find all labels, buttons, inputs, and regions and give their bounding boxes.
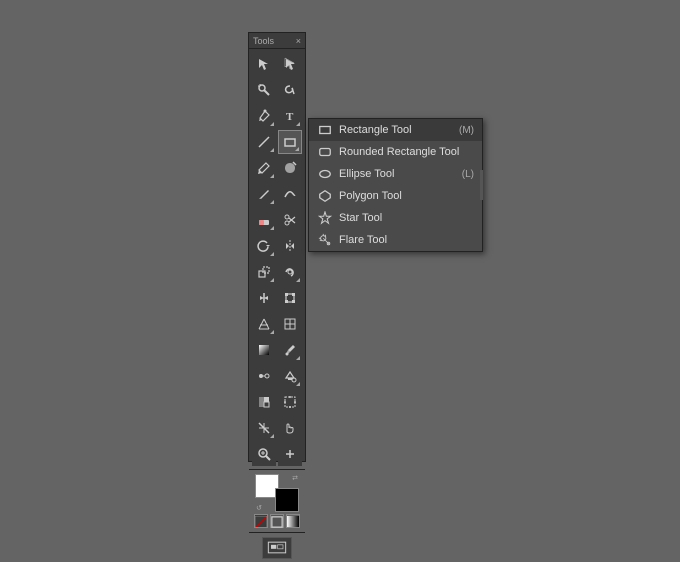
swap-colors-icon[interactable]: ⇄ xyxy=(291,474,299,482)
free-transform-tool[interactable] xyxy=(278,286,302,310)
toolbar-tools: T xyxy=(249,49,305,469)
dropdown-item-flare-tool[interactable]: Flare Tool xyxy=(309,229,482,251)
hand-tool[interactable] xyxy=(278,416,302,440)
smooth-tool[interactable] xyxy=(278,182,302,206)
tool-row-7 xyxy=(251,208,303,232)
artboard-tool[interactable] xyxy=(278,390,302,414)
rectangle-tool-icon xyxy=(317,122,333,138)
tool-row-2 xyxy=(251,78,303,102)
dropdown-item-polygon-tool[interactable]: Polygon Tool xyxy=(309,185,482,207)
warp-tool[interactable] xyxy=(278,260,302,284)
star-tool-label: Star Tool xyxy=(339,212,468,224)
tool-row-15 xyxy=(251,416,303,440)
ellipse-tool-label: Ellipse Tool xyxy=(339,168,456,180)
blend-tool[interactable] xyxy=(252,364,276,388)
live-paint-selection-tool[interactable] xyxy=(252,390,276,414)
fill-none-icon[interactable] xyxy=(270,514,284,528)
blob-brush-tool[interactable] xyxy=(278,156,302,180)
live-paint-bucket-tool[interactable] xyxy=(278,364,302,388)
dropdown-right-indicator xyxy=(480,170,483,200)
misc-tool[interactable] xyxy=(278,442,302,466)
width-tool[interactable] xyxy=(252,286,276,310)
tool-row-9 xyxy=(251,260,303,284)
ellipse-tool-icon xyxy=(317,166,333,182)
tool-row-14 xyxy=(251,390,303,414)
reflect-tool[interactable] xyxy=(278,234,302,258)
rectangle-tool-shortcut: (M) xyxy=(459,125,474,136)
dropdown-item-rectangle-tool[interactable]: Rectangle Tool (M) xyxy=(309,119,482,141)
ellipse-tool-shortcut: (L) xyxy=(462,169,474,180)
zoom-tool[interactable] xyxy=(252,442,276,466)
rectangle-tool-label: Rectangle Tool xyxy=(339,124,453,136)
reset-colors-icon[interactable]: ↺ xyxy=(255,504,263,512)
toolbar-panel: Tools × xyxy=(248,32,306,462)
eyedropper-tool[interactable] xyxy=(278,338,302,362)
gradient-swatch[interactable] xyxy=(286,514,300,528)
gradient-tool[interactable] xyxy=(252,338,276,362)
tool-row-4 xyxy=(251,130,303,154)
flare-tool-label: Flare Tool xyxy=(339,234,468,246)
magic-wand-tool[interactable] xyxy=(252,78,276,102)
shape-tools-dropdown: Rectangle Tool (M) Rounded Rectangle Too… xyxy=(308,118,483,252)
polygon-tool-icon xyxy=(317,188,333,204)
paintbrush-tool[interactable] xyxy=(252,156,276,180)
foreground-color-swatch[interactable] xyxy=(275,488,299,512)
tool-row-1 xyxy=(251,52,303,76)
mesh-tool[interactable] xyxy=(278,312,302,336)
svg-text:T: T xyxy=(286,111,294,123)
slice-tool[interactable] xyxy=(252,416,276,440)
flare-tool-icon xyxy=(317,232,333,248)
panel-footer xyxy=(249,532,305,562)
lasso-tool[interactable] xyxy=(278,78,302,102)
pencil-tool[interactable] xyxy=(252,182,276,206)
rounded-rectangle-tool-label: Rounded Rectangle Tool xyxy=(339,146,468,158)
eraser-tool[interactable] xyxy=(252,208,276,232)
polygon-tool-label: Polygon Tool xyxy=(339,190,468,202)
tool-row-5 xyxy=(251,156,303,180)
selection-tool[interactable] xyxy=(252,52,276,76)
perspective-grid-tool[interactable] xyxy=(252,312,276,336)
tool-row-12 xyxy=(251,338,303,362)
line-tool[interactable] xyxy=(252,130,276,154)
star-tool-icon xyxy=(317,210,333,226)
rotate-tool[interactable] xyxy=(252,234,276,258)
scale-tool[interactable] xyxy=(252,260,276,284)
tool-row-11 xyxy=(251,312,303,336)
panel-footer-button[interactable] xyxy=(262,537,292,559)
scissors-tool[interactable] xyxy=(278,208,302,232)
type-tool[interactable]: T xyxy=(278,104,302,128)
panel-titlebar: Tools × xyxy=(249,33,305,49)
dropdown-item-ellipse-tool[interactable]: Ellipse Tool (L) xyxy=(309,163,482,185)
pen-tool[interactable] xyxy=(252,104,276,128)
tool-row-3: T xyxy=(251,104,303,128)
tool-row-8 xyxy=(251,234,303,258)
direct-selection-tool[interactable] xyxy=(278,52,302,76)
tool-row-6 xyxy=(251,182,303,206)
dropdown-item-rounded-rectangle-tool[interactable]: Rounded Rectangle Tool xyxy=(309,141,482,163)
dropdown-item-star-tool[interactable]: Star Tool xyxy=(309,207,482,229)
shape-tool[interactable] xyxy=(278,130,302,154)
tool-row-16 xyxy=(251,442,303,466)
tool-row-10 xyxy=(251,286,303,310)
stroke-none-icon[interactable] xyxy=(254,514,268,528)
tool-row-13 xyxy=(251,364,303,388)
panel-close-button[interactable]: × xyxy=(296,36,301,46)
rounded-rectangle-tool-icon xyxy=(317,144,333,160)
panel-title: Tools xyxy=(253,36,274,46)
